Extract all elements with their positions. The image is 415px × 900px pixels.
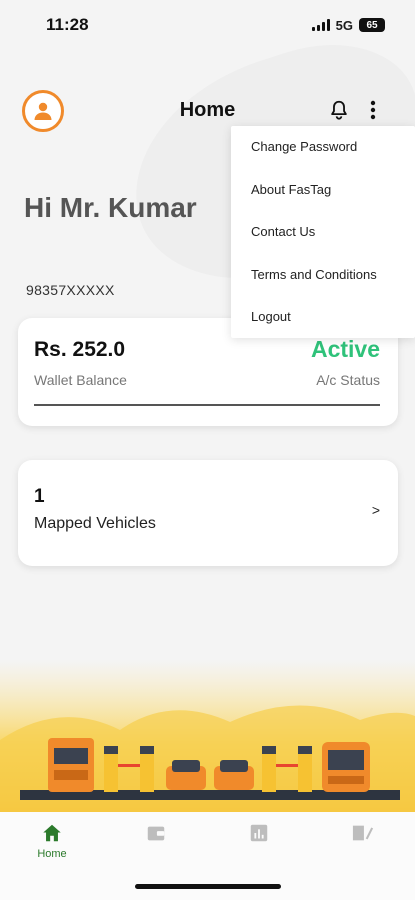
mapped-vehicles-card[interactable]: 1 Mapped Vehicles > [18, 460, 398, 566]
mapped-vehicles-count: 1 [34, 486, 45, 507]
home-indicator [135, 884, 281, 889]
menu-item-contact-us[interactable]: Contact Us [231, 221, 415, 264]
toll-plaza-illustration [0, 660, 415, 812]
account-status-label: A/c Status [316, 372, 380, 388]
nav-item-home[interactable]: Home [22, 822, 82, 860]
more-options-icon[interactable] [365, 98, 381, 122]
menu-item-terms[interactable]: Terms and Conditions [231, 264, 415, 307]
menu-item-about-fastag[interactable]: About FasTag [231, 179, 415, 222]
options-menu: Change Password About FasTag Contact Us … [231, 126, 415, 338]
bar-chart-icon [250, 824, 268, 842]
nav-label-home: Home [37, 848, 67, 860]
mapped-vehicles-label: Mapped Vehicles [34, 515, 156, 532]
chevron-right-icon[interactable]: > [372, 502, 380, 518]
greeting-title: Hi Mr. Kumar [24, 192, 197, 223]
network-label: 5G [335, 17, 353, 33]
user-icon [34, 102, 52, 120]
menu-item-change-password[interactable]: Change Password [231, 136, 415, 179]
battery-icon: 65 [359, 18, 385, 32]
bell-icon[interactable] [328, 98, 350, 122]
edit-icon [352, 825, 374, 841]
divider [34, 404, 380, 406]
page-title: Home [179, 98, 236, 121]
wallet-balance-label: Wallet Balance [34, 372, 127, 388]
wallet-balance-value: Rs. 252.0 [34, 338, 126, 361]
status-indicators: 5G 65 [311, 17, 385, 33]
home-icon [43, 824, 61, 842]
status-time: 11:28 [46, 15, 89, 34]
menu-item-logout[interactable]: Logout [231, 306, 415, 349]
signal-icon [311, 19, 330, 31]
status-bar: 11:28 5G 65 [0, 0, 415, 50]
avatar[interactable] [22, 90, 64, 132]
nav-item-wallet[interactable] [126, 822, 186, 844]
wallet-icon [147, 826, 165, 841]
nav-item-recharge[interactable] [333, 822, 393, 844]
nav-item-reports[interactable] [229, 822, 289, 844]
phone-number: 98357XXXXX [26, 282, 115, 298]
